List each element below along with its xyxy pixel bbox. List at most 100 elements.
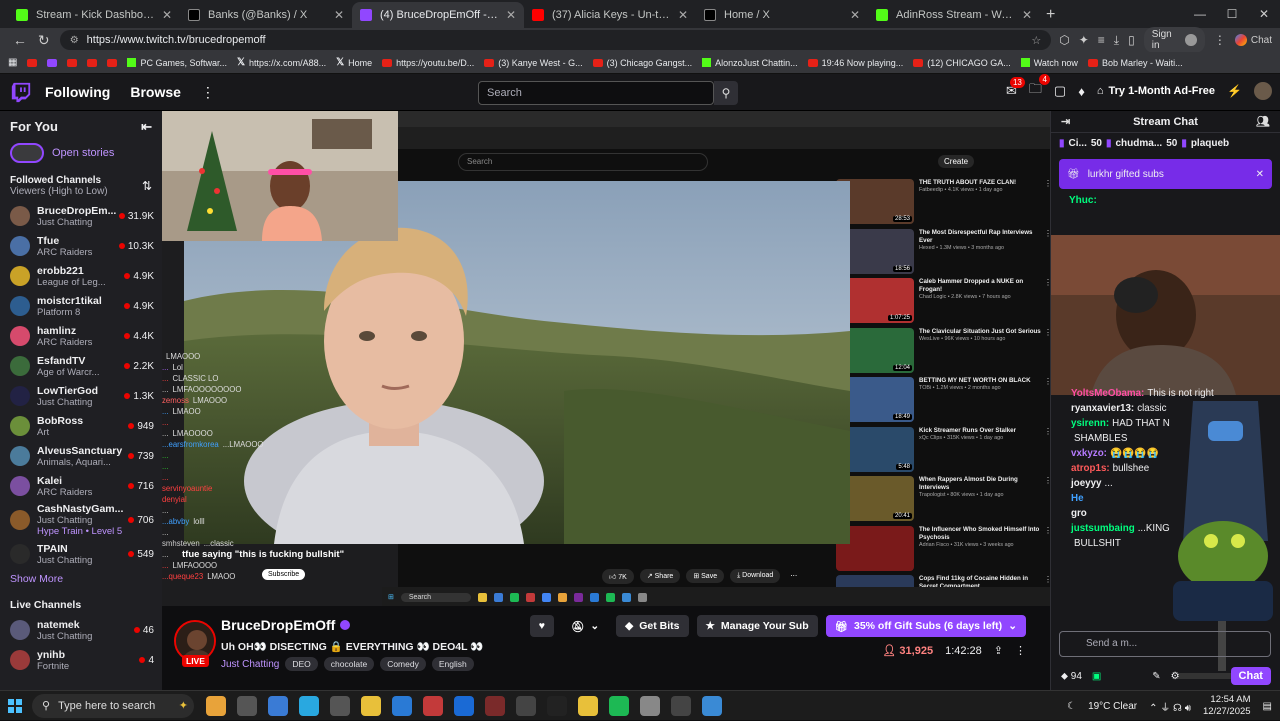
taskbar-app-icon[interactable] bbox=[578, 695, 598, 716]
notifications-toggle[interactable]: 🔕︎ ⌄ bbox=[562, 615, 608, 637]
chat-settings-icon[interactable]: ⚙ bbox=[1171, 671, 1180, 682]
browser-tab[interactable]: (37) Alicia Keys - Un-thinkable (I'm ✕ bbox=[524, 2, 696, 28]
apps-grid-icon[interactable]: ▦ bbox=[8, 57, 17, 68]
tab-close-icon[interactable]: ✕ bbox=[678, 8, 688, 22]
bookmark-item[interactable]: 𝕏 Home bbox=[336, 57, 372, 68]
sidebar-channel[interactable]: moistcr1tikal Platform 8 4.9K bbox=[0, 291, 162, 321]
category-link[interactable]: Just Chatting bbox=[221, 659, 279, 670]
community-icon[interactable]: 👥︎ bbox=[1256, 115, 1270, 128]
twitch-logo-icon[interactable] bbox=[10, 81, 32, 103]
more-options-icon[interactable]: ⋮ bbox=[1015, 644, 1026, 657]
tag-comedy[interactable]: Comedy bbox=[380, 657, 426, 671]
bookmark-item[interactable]: Watch now bbox=[1020, 58, 1078, 68]
taskbar-app-icon[interactable] bbox=[237, 695, 257, 716]
windows-search-box[interactable]: ⚲ Type here to search ✦ bbox=[32, 693, 194, 718]
bookmark-item[interactable]: 𝕏https://x.com/A88... bbox=[237, 57, 326, 68]
bookmark-item[interactable]: https://youtu.be/D... bbox=[382, 58, 474, 68]
sidebar-channel[interactable]: TPAIN Just Chatting 549 bbox=[0, 539, 162, 569]
browser-tab[interactable]: Banks (@Banks) / X ✕ bbox=[180, 2, 352, 28]
bookmark-item[interactable] bbox=[67, 58, 78, 67]
chat-username[interactable]: YoltsMeObama: bbox=[1071, 388, 1144, 399]
taskbar-app-icon[interactable] bbox=[268, 695, 288, 716]
dismiss-icon[interactable]: ✕ bbox=[1256, 169, 1264, 180]
turbo-icon[interactable]: ⚡ bbox=[1227, 84, 1242, 98]
chat-username[interactable]: vxkyzo: bbox=[1071, 448, 1107, 459]
extensions-icon[interactable]: ⬡ bbox=[1059, 33, 1069, 47]
bookmark-item[interactable]: (3) Chicago Gangst... bbox=[592, 58, 692, 68]
edit-icon[interactable]: ✎ bbox=[1152, 671, 1160, 682]
sign-in-button[interactable]: Sign in bbox=[1143, 27, 1205, 53]
sort-icon[interactable]: ⇅ bbox=[142, 179, 152, 193]
user-avatar[interactable] bbox=[1254, 82, 1272, 100]
close-window-icon[interactable]: ✕ bbox=[1248, 0, 1280, 28]
bookmark-item[interactable] bbox=[47, 58, 58, 67]
browse-link[interactable]: Browse bbox=[130, 84, 181, 100]
bookmark-star-icon[interactable]: ☆ bbox=[1031, 34, 1041, 47]
taskbar-app-icon[interactable] bbox=[299, 695, 319, 716]
download-icon[interactable]: ⤓ bbox=[1114, 33, 1119, 48]
taskbar-app-icon[interactable] bbox=[454, 695, 474, 716]
tag-deo[interactable]: DEO bbox=[285, 657, 318, 671]
puzzle-icon[interactable]: ✦ bbox=[1079, 33, 1089, 47]
browser-tab[interactable]: AdinRoss Stream - Watch Live on ✕ bbox=[868, 2, 1040, 28]
gemini-chat-button[interactable]: Chat bbox=[1234, 34, 1272, 46]
chat-username[interactable]: joeyyy bbox=[1071, 478, 1102, 489]
system-clock[interactable]: 12:54 AM 12/27/2025 bbox=[1203, 694, 1251, 718]
taskbar-app-icon[interactable] bbox=[609, 695, 629, 716]
bookmark-item[interactable] bbox=[27, 58, 38, 67]
sidebar-channel[interactable]: CashNastyGam... Just Chatting Hype Train •… bbox=[0, 501, 162, 539]
taskbar-app-icon[interactable] bbox=[361, 695, 381, 716]
chat-username[interactable]: ysirenn: bbox=[1071, 418, 1109, 429]
bookmark-item[interactable]: AlonzoJust Chattin... bbox=[702, 58, 798, 68]
search-button[interactable]: ⚲ bbox=[714, 81, 738, 105]
chat-username[interactable]: ryanxavier13: bbox=[1071, 403, 1134, 414]
tab-close-icon[interactable]: ✕ bbox=[850, 8, 860, 22]
bookmark-item[interactable]: (12) CHICAGO GA... bbox=[913, 58, 1011, 68]
share-icon[interactable]: ⇪ bbox=[994, 644, 1003, 657]
bookmark-item[interactable]: (3) Kanye West - G... bbox=[484, 58, 583, 68]
kebab-menu-icon[interactable]: ⋮ bbox=[1214, 33, 1226, 47]
maximize-icon[interactable]: ☐ bbox=[1216, 0, 1248, 28]
twitch-search-input[interactable]: Search bbox=[478, 81, 714, 105]
browser-tab[interactable]: Home / X ✕ bbox=[696, 2, 868, 28]
sidebar-channel[interactable]: Tfue ARC Raiders 10.3K bbox=[0, 231, 162, 261]
taskbar-app-icon[interactable] bbox=[206, 695, 226, 716]
notification-center-icon[interactable]: ▤ bbox=[1263, 701, 1272, 712]
bookmark-item[interactable] bbox=[107, 58, 118, 67]
streamer-name[interactable]: BruceDropEmOff bbox=[221, 617, 351, 633]
collapse-sidebar-icon[interactable]: ⇤ bbox=[141, 119, 152, 135]
open-stories-button[interactable]: Open stories bbox=[0, 135, 162, 171]
following-link[interactable]: Following bbox=[45, 84, 110, 100]
sidebar-channel[interactable]: BruceDropEm... Just Chatting 31.9K bbox=[0, 201, 162, 231]
get-bits-button[interactable]: ◆ Get Bits bbox=[616, 615, 689, 637]
sidebar-channel[interactable]: LowTierGod Just Chatting 1.3K bbox=[0, 381, 162, 411]
weather-icon[interactable]: ☾ bbox=[1067, 701, 1076, 712]
back-arrow-icon[interactable]: ← bbox=[8, 32, 32, 48]
chat-username[interactable]: He bbox=[1071, 493, 1084, 504]
show-more-link[interactable]: Show More bbox=[0, 569, 162, 593]
taskbar-app-icon[interactable] bbox=[392, 695, 412, 716]
chat-send-button[interactable]: Chat bbox=[1230, 667, 1271, 685]
url-field[interactable]: ⚙ https://www.twitch.tv/brucedropemoff ☆ bbox=[59, 30, 1052, 50]
tab-close-icon[interactable]: ✕ bbox=[334, 8, 344, 22]
sidepanel-icon[interactable]: ▯ bbox=[1128, 33, 1135, 47]
browser-tab[interactable]: Stream - Kick Dashboard ✕ bbox=[8, 2, 180, 28]
bookmark-item[interactable]: Bob Marley - Waiti... bbox=[1087, 58, 1183, 68]
tab-close-icon[interactable]: ✕ bbox=[506, 8, 516, 22]
crown-icon[interactable]: ♦ bbox=[1078, 84, 1085, 99]
chat-username[interactable]: atrop1s: bbox=[1071, 463, 1110, 474]
inbox-icon[interactable]: 🗀 4 bbox=[1029, 74, 1050, 102]
sidebar-channel[interactable]: Kalei ARC Raiders 716 bbox=[0, 471, 162, 501]
tag-chocolate[interactable]: chocolate bbox=[323, 657, 375, 671]
taskbar-app-icon[interactable] bbox=[640, 695, 660, 716]
taskbar-app-icon[interactable] bbox=[330, 695, 350, 716]
channel-points[interactable]: ⬥ 94 bbox=[1061, 671, 1082, 682]
browser-tab[interactable]: (4) BruceDropEmOff - Twitch ✕ bbox=[352, 2, 524, 28]
site-settings-icon[interactable]: ⚙ bbox=[70, 35, 79, 46]
ad-free-button[interactable]: ⌂ Try 1-Month Ad-Free bbox=[1097, 85, 1215, 97]
taskbar-app-icon[interactable] bbox=[547, 695, 567, 716]
sidebar-channel[interactable]: natemek Just Chatting 46 bbox=[0, 615, 162, 645]
manage-sub-button[interactable]: ★ Manage Your Sub bbox=[696, 615, 818, 637]
collapse-chat-icon[interactable]: ⇥ bbox=[1061, 115, 1070, 128]
taskbar-app-icon[interactable] bbox=[671, 695, 691, 716]
